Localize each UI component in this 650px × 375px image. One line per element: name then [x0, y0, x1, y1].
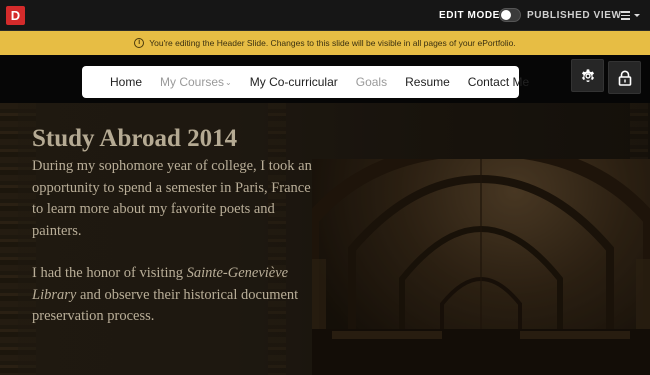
- mode-toggle[interactable]: [499, 8, 521, 22]
- top-bar: D EDIT MODE PUBLISHED VIEW: [0, 0, 650, 31]
- nav-my-courses[interactable]: My Courses⌄: [160, 75, 232, 89]
- slide-content[interactable]: Study Abroad 2014 During my sophomore ye…: [32, 122, 322, 328]
- paragraph-text: I had the honor of visiting: [32, 265, 187, 281]
- lock-button[interactable]: [608, 61, 641, 94]
- settings-button[interactable]: [571, 59, 604, 92]
- nav-goals[interactable]: Goals: [356, 75, 387, 89]
- slide-title: Study Abroad 2014: [32, 125, 238, 152]
- lock-icon: [618, 70, 631, 86]
- published-view-label: PUBLISHED VIEW: [527, 10, 622, 21]
- app-logo[interactable]: D: [6, 6, 25, 25]
- slide-paragraph: I had the honor of visiting Sainte-Genev…: [32, 263, 322, 328]
- hamburger-icon: [621, 11, 630, 20]
- edit-notice-banner: i You're editing the Header Slide. Chang…: [0, 31, 650, 55]
- site-nav: Home My Courses⌄ My Co-curricular Goals …: [82, 66, 529, 98]
- caret-down-icon: [634, 14, 640, 17]
- slide-paragraph: During my sophomore year of college, I t…: [32, 158, 312, 239]
- nav-my-courses-label: My Courses: [160, 75, 225, 89]
- header-slide: Study Abroad 2014 During my sophomore ye…: [0, 103, 650, 375]
- nav-contact-me[interactable]: Contact Me: [468, 75, 529, 89]
- nav-home[interactable]: Home: [110, 75, 142, 89]
- nav-my-co-curricular[interactable]: My Co-curricular: [250, 75, 338, 89]
- toggle-knob: [501, 10, 511, 20]
- nav-resume[interactable]: Resume: [405, 75, 450, 89]
- info-icon: i: [134, 38, 145, 48]
- main-menu-button[interactable]: [617, 9, 643, 23]
- edit-mode-label: EDIT MODE: [439, 10, 500, 21]
- chevron-down-icon: ⌄: [225, 78, 232, 87]
- gear-icon: [581, 68, 594, 82]
- banner-text: You're editing the Header Slide. Changes…: [149, 38, 516, 48]
